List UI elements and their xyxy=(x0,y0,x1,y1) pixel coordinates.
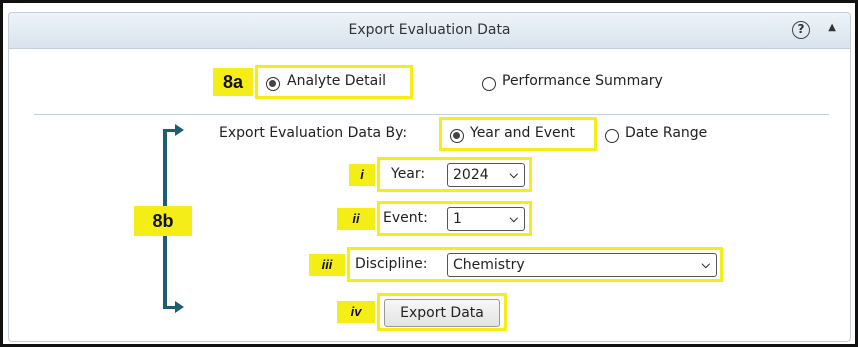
radio-year-and-event[interactable] xyxy=(450,125,464,144)
bracket-top-arrow-icon xyxy=(175,124,184,136)
analyte-detail-label: Analyte Detail xyxy=(287,73,386,89)
event-label: Event: xyxy=(383,210,428,226)
panel-title: Export Evaluation Data xyxy=(348,22,511,38)
radio-selected-icon xyxy=(450,128,464,143)
radio-performance-summary[interactable] xyxy=(482,73,496,92)
event-value: 1 xyxy=(453,211,462,227)
annotation-tag-8a: 8a xyxy=(213,68,253,96)
annotation-tag-i: i xyxy=(349,164,375,186)
discipline-select[interactable]: Chemistry ⌵ xyxy=(447,253,717,277)
year-and-event-label: Year and Event xyxy=(470,125,575,141)
export-evaluation-panel: Export Evaluation Data ? ▲ 8a Analyte De… xyxy=(8,12,851,342)
discipline-label: Discipline: xyxy=(355,256,428,272)
annotation-tag-iii: iii xyxy=(309,254,345,276)
chevron-down-icon: ⌵ xyxy=(509,168,518,181)
export-by-label: Export Evaluation Data By: xyxy=(219,125,408,141)
radio-unselected-icon xyxy=(605,128,619,143)
date-range-label: Date Range xyxy=(625,125,708,141)
bracket-bottom-arrow-icon xyxy=(175,301,184,313)
collapse-icon[interactable]: ▲ xyxy=(828,22,836,33)
annotation-tag-iv: iv xyxy=(337,301,375,323)
chevron-down-icon: ⌵ xyxy=(701,258,710,271)
help-icon[interactable]: ? xyxy=(792,21,810,39)
event-select[interactable]: 1 ⌵ xyxy=(447,207,525,231)
annotation-tag-ii: ii xyxy=(337,208,375,230)
radio-unselected-icon xyxy=(482,76,496,91)
radio-selected-icon xyxy=(266,76,280,91)
export-data-button[interactable]: Export Data xyxy=(384,299,500,327)
panel-header: Export Evaluation Data ? ▲ xyxy=(9,13,850,49)
performance-summary-label: Performance Summary xyxy=(502,73,663,89)
radio-analyte-detail[interactable] xyxy=(266,73,280,92)
divider xyxy=(34,114,829,115)
chevron-down-icon: ⌵ xyxy=(509,212,518,225)
radio-date-range[interactable] xyxy=(605,125,619,144)
year-select[interactable]: 2024 ⌵ xyxy=(447,163,525,187)
year-value: 2024 xyxy=(453,167,489,183)
annotation-tag-8b: 8b xyxy=(134,206,192,236)
year-label: Year: xyxy=(391,166,426,182)
discipline-value: Chemistry xyxy=(453,257,525,273)
